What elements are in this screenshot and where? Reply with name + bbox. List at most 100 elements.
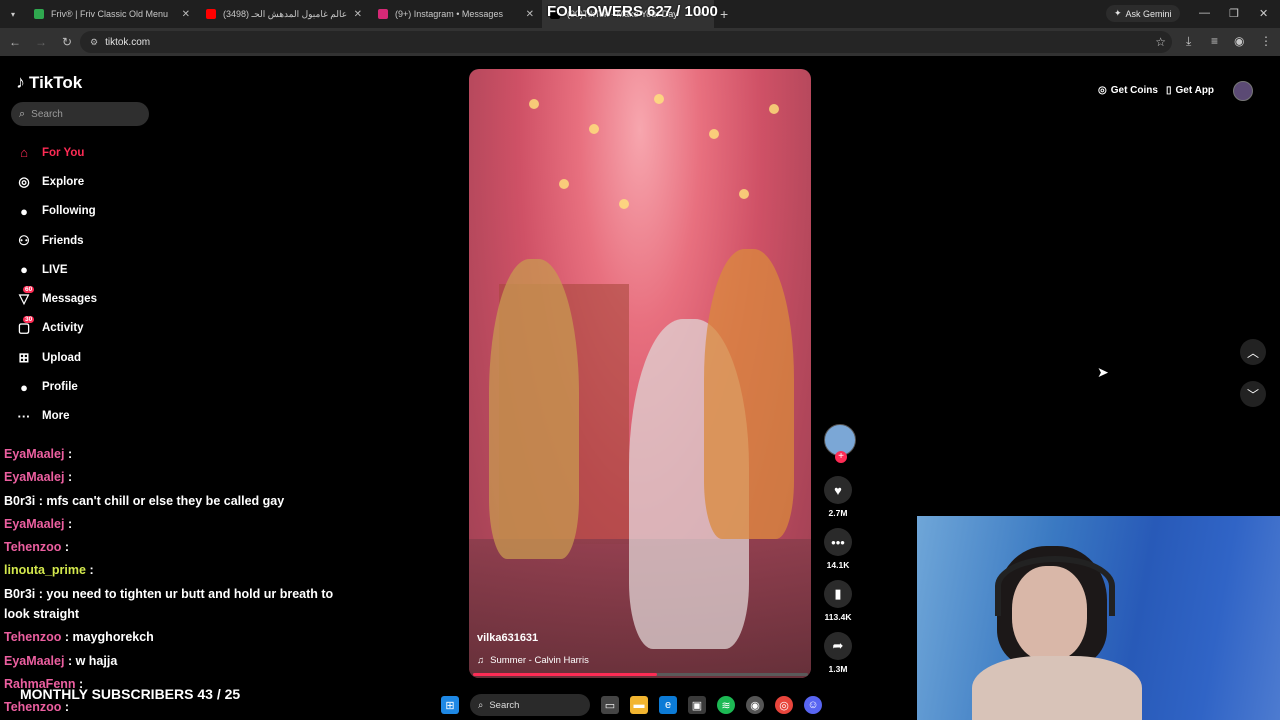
chat-username: EyaMaalej	[4, 654, 65, 668]
sidebar-item-label: Activity	[42, 322, 84, 335]
url-field[interactable]: ⚙ tiktok.com ☆	[80, 31, 1172, 53]
tab-close-icon[interactable]: ✕	[526, 9, 534, 20]
browser-tab[interactable]: (3498) عالم غامبول المدهش الحـ ✕	[198, 0, 370, 28]
get-app-button[interactable]: ▯ Get App	[1166, 80, 1214, 100]
chat-text: : mayghorekch	[64, 630, 154, 644]
tiktok-logo[interactable]: ♪ TikTok	[16, 72, 82, 93]
previous-video-button[interactable]: ︿	[1240, 339, 1266, 365]
tiktok-logo-text: TikTok	[29, 72, 83, 92]
chat-message: EyaMaalej :	[4, 517, 72, 531]
bookmark-star-icon[interactable]: ☆	[1155, 35, 1166, 49]
tab-label: (9+) Instagram • Messages	[395, 9, 503, 19]
sidebar-item-live[interactable]: ● LIVE	[14, 255, 214, 284]
site-info-icon[interactable]: ⚙	[90, 37, 98, 48]
chat-message: look straight	[4, 607, 79, 621]
close-window-icon[interactable]: ✕	[1259, 7, 1268, 20]
ask-gemini-label: Ask Gemini	[1125, 8, 1172, 19]
video-dancer	[489, 259, 579, 559]
tab-label: Friv® | Friv Classic Old Menu	[51, 9, 168, 19]
chat-message: B0r3i : mfs can't chill or else they be …	[4, 494, 284, 508]
browser-tab[interactable]: (9+) Instagram • Messages ✕	[370, 0, 542, 28]
ask-gemini-button[interactable]: ✦ Ask Gemini	[1106, 5, 1180, 22]
tab-search-icon[interactable]: ▾	[4, 5, 22, 23]
obs-icon[interactable]: ◉	[746, 696, 764, 714]
coin-icon: ◎	[1098, 84, 1107, 96]
store-icon[interactable]: ▣	[688, 696, 706, 714]
new-tab-icon[interactable]: +	[720, 6, 728, 22]
sidebar-item-profile[interactable]: ● Profile	[14, 372, 214, 401]
reading-list-icon[interactable]: ≡	[1211, 34, 1218, 48]
chat-username: Tehenzoo	[4, 630, 62, 644]
sidebar-item-for-you[interactable]: ⌂ For You	[14, 138, 214, 167]
maximize-icon[interactable]: ❐	[1229, 7, 1239, 20]
phone-icon: ▯	[1166, 84, 1172, 96]
sidebar-item-activity[interactable]: ▢ 30 Activity	[14, 314, 214, 343]
sidebar-item-upload[interactable]: ⊞ Upload	[14, 343, 214, 372]
taskbar-search[interactable]: ⌕ Search	[470, 694, 590, 716]
user-avatar[interactable]	[1233, 81, 1253, 101]
sidebar-item-following[interactable]: ● Following	[14, 197, 214, 226]
address-bar-row: ← → ↻ ⚙ tiktok.com ☆	[0, 28, 1280, 56]
sidebar-item-messages[interactable]: ▽ 60 Messages	[14, 284, 214, 313]
save-button[interactable]: ▮ 113.4K	[820, 580, 856, 622]
edge-icon[interactable]: e	[659, 696, 677, 714]
get-coins-button[interactable]: ◎ Get Coins	[1098, 80, 1158, 100]
comment-button[interactable]: ••• 14.1K	[820, 528, 856, 570]
file-explorer-icon[interactable]: ▬	[630, 696, 648, 714]
tab-close-icon[interactable]: ✕	[182, 9, 190, 20]
chat-text: : mfs can't chill or else they be called…	[38, 494, 285, 508]
disco-light	[589, 124, 599, 134]
music-title: Summer - Calvin Harris	[490, 655, 589, 666]
next-video-button[interactable]: ﹀	[1240, 381, 1266, 407]
spotify-icon[interactable]: ≋	[717, 696, 735, 714]
task-view-icon[interactable]: ▭	[601, 696, 619, 714]
sidebar-item-label: Following	[42, 205, 96, 218]
chat-username: EyaMaalej	[4, 517, 65, 531]
bookmark-icon: ▮	[824, 580, 852, 608]
like-button[interactable]: ♥ 2.7M	[820, 476, 856, 518]
chrome-icon[interactable]: ◎	[775, 696, 793, 714]
creator-avatar[interactable]: +	[824, 424, 856, 463]
chat-text: :	[64, 540, 70, 554]
browser-tab[interactable]: Friv® | Friv Classic Old Menu ✕	[26, 0, 198, 28]
sidebar-item-friends[interactable]: ⚇ Friends	[14, 226, 214, 255]
sidebar-item-explore[interactable]: ◎ Explore	[14, 167, 214, 196]
sidebar-item-more[interactable]: ··· More	[14, 402, 214, 431]
kebab-menu-icon[interactable]: ⋮	[1260, 34, 1272, 48]
video-progress-fill	[473, 673, 658, 676]
share-icon: ➦	[824, 632, 852, 660]
gemini-icon: ✦	[1114, 8, 1122, 18]
share-button[interactable]: ➦ 1.3M	[820, 632, 856, 674]
chat-username: B0r3i	[4, 587, 36, 601]
video-progress-bar[interactable]	[473, 673, 808, 676]
chat-username: linouta_prime	[4, 563, 86, 577]
chat-username: Tehenzoo	[4, 700, 62, 714]
tab-close-icon[interactable]: ✕	[354, 9, 362, 20]
sidebar-menu: ⌂ For You ◎ Explore ● Following ⚇ Friends ● LIVE ▽…	[14, 138, 214, 431]
discord-icon[interactable]: ☺	[804, 696, 822, 714]
chat-text: :	[67, 447, 73, 461]
disco-light	[739, 189, 749, 199]
get-app-label: Get App	[1175, 84, 1215, 96]
chat-username: EyaMaalej	[4, 447, 65, 461]
following-icon: ●	[20, 203, 28, 219]
video-dancer	[704, 249, 794, 539]
windows-start-icon[interactable]: ⊞	[441, 696, 459, 714]
back-icon[interactable]: ←	[4, 35, 26, 49]
get-coins-label: Get Coins	[1110, 84, 1158, 96]
download-icon[interactable]: ⤓	[1186, 34, 1191, 49]
video-username[interactable]: vilka631631	[477, 632, 538, 644]
follow-plus-icon[interactable]: +	[835, 451, 847, 463]
video-player[interactable]	[469, 69, 811, 678]
taskbar-search-label: Search	[489, 699, 520, 711]
reload-icon[interactable]: ↻	[56, 35, 78, 49]
video-music[interactable]: ♫ Summer - Calvin Harris	[477, 655, 589, 666]
disco-light	[559, 179, 569, 189]
profile-avatar-icon[interactable]: ◉	[1234, 34, 1244, 48]
chevron-up-icon: ︿	[1246, 345, 1259, 360]
search-input[interactable]: ⌕ Search	[11, 102, 149, 126]
forward-icon[interactable]: →	[30, 35, 52, 49]
mouse-cursor-icon: ➤	[1097, 364, 1109, 380]
chat-text: : w hajja	[67, 654, 118, 668]
minimize-icon[interactable]: —	[1199, 7, 1210, 19]
